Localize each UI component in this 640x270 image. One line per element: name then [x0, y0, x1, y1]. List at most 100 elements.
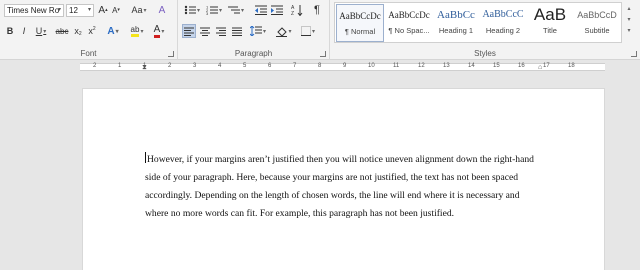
- style-sample: AaBbCcDc: [388, 10, 430, 20]
- chevron-down-icon: ▾: [57, 7, 61, 13]
- ruler-number: 1: [118, 63, 122, 69]
- ruler-number: 16: [518, 63, 525, 69]
- ruler-number: 3: [193, 63, 197, 69]
- shrink-font-button[interactable]: A ▾: [110, 3, 122, 17]
- style-sample: AaBbCcC: [482, 9, 524, 20]
- paragraph-group: ▾ 1 2 3 ▾ ▾ AZ ¶ ▾ ▾ ▾ Paragraph: [178, 0, 330, 60]
- svg-text:3: 3: [206, 11, 209, 15]
- paragraph-dialog-launcher-icon[interactable]: [320, 51, 326, 57]
- style-title[interactable]: AaB Title: [526, 4, 574, 42]
- clear-formatting-icon: A: [158, 4, 166, 16]
- show-formatting-marks-button[interactable]: ¶: [310, 3, 324, 17]
- more-styles-icon[interactable]: ▾: [624, 26, 634, 37]
- font-color-button[interactable]: A ▾: [150, 24, 168, 38]
- increase-indent-icon: [271, 5, 283, 15]
- sort-icon: AZ: [291, 5, 303, 16]
- highlight-button[interactable]: ab ▾: [127, 24, 147, 38]
- ruler-number: 2: [168, 63, 172, 69]
- ruler-number: 4: [218, 63, 222, 69]
- ruler-number: 15: [493, 63, 500, 69]
- ribbon: Times New Ro ▾ 12 ▾ A ▴ A ▾ Aa ▾ A B I U ▾ a…: [0, 0, 640, 60]
- justify-icon: [232, 27, 242, 36]
- paragraph-text: However, if your margins aren’t justifie…: [145, 154, 534, 219]
- style-name: Subtitle: [584, 26, 610, 35]
- borders-button[interactable]: ▾: [298, 24, 318, 38]
- style-sample: AaBbCcDc: [339, 11, 381, 21]
- multilevel-list-button[interactable]: ▾: [226, 3, 246, 17]
- font-size-combo[interactable]: 12 ▾: [66, 4, 94, 17]
- align-right-button[interactable]: [214, 24, 228, 38]
- shading-button[interactable]: ▾: [274, 24, 294, 38]
- ruler-number: 12: [418, 63, 425, 69]
- ruler-number: 13: [443, 63, 450, 69]
- font-name-combo[interactable]: Times New Ro ▾: [4, 4, 64, 17]
- sort-button[interactable]: AZ: [290, 3, 304, 17]
- bold-button[interactable]: B: [4, 24, 16, 38]
- ruler-number: 2: [93, 63, 97, 69]
- grow-font-button[interactable]: A ▴: [97, 3, 109, 17]
- superscript-button[interactable]: x2: [86, 24, 98, 38]
- style-sample: AaBbCcD: [577, 10, 617, 20]
- underline-icon: U: [35, 26, 43, 36]
- style-heading-1[interactable]: AaBbCc Heading 1: [432, 4, 480, 42]
- align-left-icon: [184, 27, 194, 36]
- justify-button[interactable]: [230, 24, 244, 38]
- bullets-button[interactable]: ▾: [182, 3, 202, 17]
- ruler-number: 6: [268, 63, 272, 69]
- ruler-number: 10: [368, 63, 375, 69]
- align-right-icon: [216, 27, 226, 36]
- styles-gallery: AaBbCcDc ¶ Normal AaBbCcDc ¶ No Spac... …: [334, 2, 622, 43]
- change-case-icon: Aa: [131, 5, 143, 15]
- ruler-number: 9: [343, 63, 347, 69]
- chevron-down-icon[interactable]: ▾: [624, 15, 634, 26]
- strikethrough-button[interactable]: abc: [54, 24, 70, 38]
- highlight-icon: ab: [130, 25, 140, 37]
- borders-icon: [300, 26, 311, 36]
- styles-scroll[interactable]: ▴ ▾ ▾: [624, 4, 634, 38]
- ruler-number: 7: [293, 63, 297, 69]
- strikethrough-icon: abc: [55, 26, 69, 36]
- style-normal[interactable]: AaBbCcDc ¶ Normal: [336, 4, 384, 42]
- subscript-button[interactable]: x2: [72, 24, 84, 38]
- style-no-spacing[interactable]: AaBbCcDc ¶ No Spac...: [385, 4, 433, 42]
- clear-formatting-button[interactable]: A: [155, 3, 169, 17]
- line-spacing-button[interactable]: ▾: [248, 24, 268, 38]
- chevron-up-icon[interactable]: ▴: [624, 4, 634, 15]
- font-name-value: Times New Ro: [7, 6, 60, 15]
- paragraph-group-label: Paragraph: [234, 49, 273, 58]
- decrease-indent-icon: [255, 5, 267, 15]
- ruler-number: 18: [568, 63, 575, 69]
- horizontal-ruler[interactable]: ⧗ ⌂ 2 1 1 2 3 4 5 6 7 8 9 10 11 12 13 14 15 16 17 18: [0, 61, 640, 72]
- text-effects-button[interactable]: A ▾: [104, 24, 122, 38]
- numbering-button[interactable]: 1 2 3 ▾: [204, 3, 224, 17]
- style-name: Title: [543, 26, 557, 35]
- style-name: Heading 2: [485, 26, 521, 35]
- style-name: ¶ Normal: [344, 27, 376, 36]
- italic-button[interactable]: I: [18, 24, 30, 38]
- underline-button[interactable]: U ▾: [32, 24, 50, 38]
- change-case-button[interactable]: Aa ▾: [128, 3, 150, 17]
- text-cursor: [145, 152, 146, 163]
- style-name: ¶ No Spac...: [388, 26, 430, 35]
- italic-icon: I: [22, 26, 26, 36]
- styles-dialog-launcher-icon[interactable]: [631, 51, 637, 57]
- style-subtitle[interactable]: AaBbCcD Subtitle: [573, 4, 621, 42]
- increase-indent-button[interactable]: [270, 3, 284, 17]
- bold-icon: B: [6, 26, 14, 36]
- right-indent-marker-icon[interactable]: ⌂: [538, 64, 542, 71]
- body-paragraph[interactable]: However, if your margins aren’t justifie…: [145, 151, 545, 223]
- document-page[interactable]: However, if your margins aren’t justifie…: [82, 88, 605, 270]
- ruler-number: 1: [143, 63, 147, 69]
- style-sample: AaB: [533, 5, 567, 24]
- bullets-icon: [184, 5, 196, 15]
- numbering-icon: 123: [206, 5, 218, 15]
- align-left-button[interactable]: [182, 24, 196, 38]
- font-dialog-launcher-icon[interactable]: [168, 51, 174, 57]
- svg-text:Z: Z: [291, 11, 294, 16]
- ruler-number: 14: [468, 63, 475, 69]
- font-color-icon: A: [153, 24, 161, 38]
- align-center-button[interactable]: [198, 24, 212, 38]
- multilevel-list-icon: [227, 6, 240, 14]
- style-heading-2[interactable]: AaBbCcC Heading 2: [479, 4, 527, 42]
- decrease-indent-button[interactable]: [254, 3, 268, 17]
